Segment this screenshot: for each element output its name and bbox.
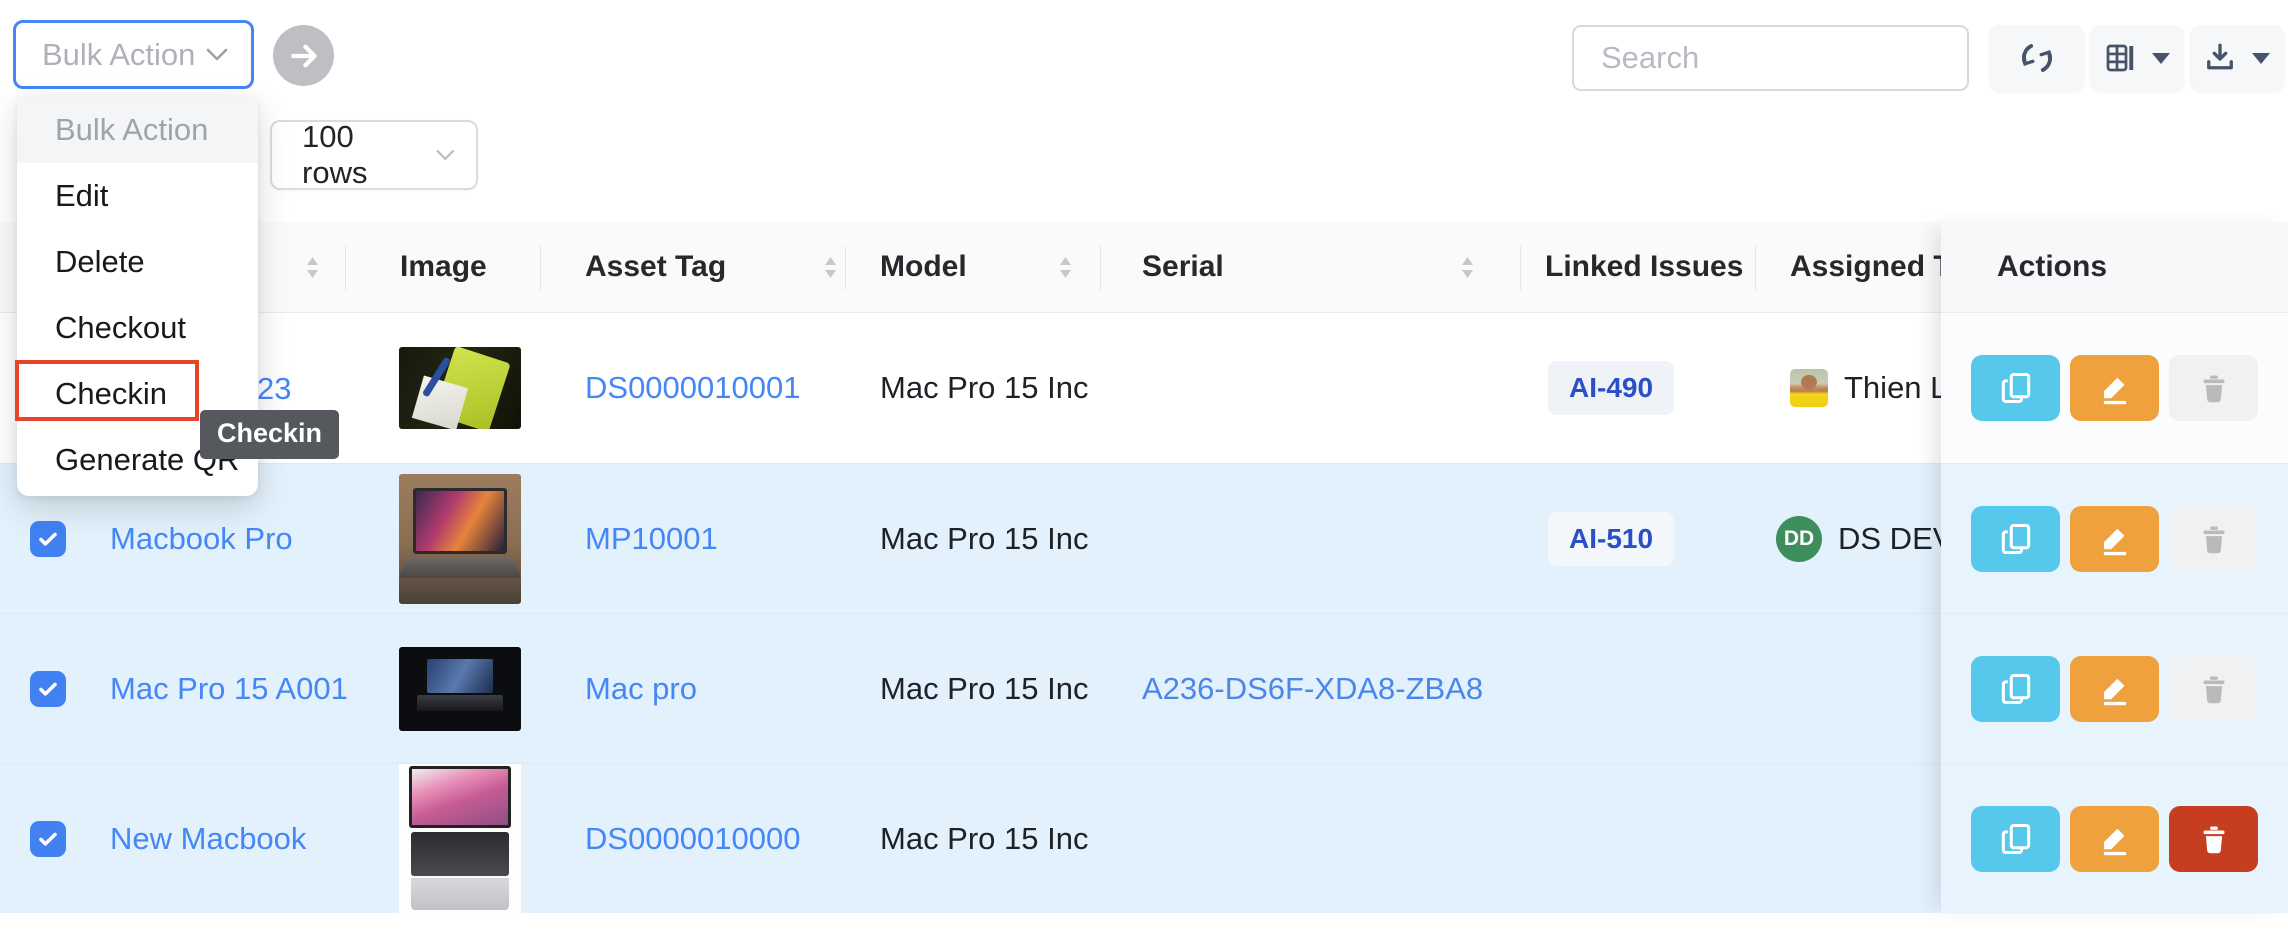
asset-tag-link[interactable]: DS0000010000 [585, 821, 800, 857]
column-header-image: Image [400, 222, 487, 312]
table-columns-icon [2102, 40, 2138, 76]
actions-column: Actions [1941, 222, 2288, 913]
asset-manager-screen: Image Asset Tag Model Serial Linked Issu… [0, 0, 2288, 942]
asset-tag-link[interactable]: Mac pro [585, 671, 697, 707]
asset-image [399, 347, 521, 429]
laptop-screen [427, 659, 493, 693]
row-checkbox[interactable] [30, 821, 66, 857]
column-header-name-sort[interactable] [303, 222, 322, 312]
column-header-label: Serial [1142, 250, 1224, 284]
laptop-keyboard [411, 832, 509, 876]
sort-icon[interactable] [821, 254, 840, 281]
table-row: Macbook Pro MP10001 Mac Pro 15 Inc AI-51… [0, 463, 1941, 613]
header-divider [540, 246, 541, 290]
linked-issue-badge[interactable]: AI-490 [1548, 361, 1674, 415]
column-header-label: Image [400, 250, 487, 284]
column-header-model[interactable]: Model [880, 222, 1075, 312]
row-checkbox[interactable] [30, 521, 66, 557]
delete-button-disabled[interactable] [2169, 355, 2258, 421]
header-divider [345, 246, 346, 290]
table-row: New Macbook DS0000010000 Mac Pro 15 Inc [0, 763, 1941, 913]
export-button[interactable] [2190, 25, 2284, 91]
duplicate-button[interactable] [1971, 806, 2060, 872]
bulk-action-select[interactable]: Bulk Action [13, 20, 254, 89]
arrow-right-icon [287, 39, 321, 73]
refresh-icon [2017, 38, 2057, 78]
model-text: Mac Pro 15 Inc [880, 521, 1088, 557]
delete-button-disabled[interactable] [2169, 656, 2258, 722]
bulk-action-select-label: Bulk Action [42, 37, 195, 73]
asset-name-link[interactable]: New Macbook [110, 821, 306, 857]
sort-icon[interactable] [1458, 254, 1477, 281]
column-header-label: Actions [1997, 250, 2107, 284]
chevron-down-icon [205, 47, 229, 62]
rows-per-page-label: 100 rows [302, 119, 419, 191]
edit-button[interactable] [2070, 656, 2159, 722]
user-avatar-initials: DD [1776, 516, 1822, 562]
chevron-down-icon [435, 148, 456, 162]
header-divider [1100, 246, 1101, 290]
asset-image [399, 647, 521, 731]
assigned-user-name: DS DEV [1838, 521, 1941, 557]
menu-item-edit[interactable]: Edit [17, 163, 258, 229]
laptop-base [399, 557, 521, 578]
asset-name-link[interactable]: 23 [257, 371, 291, 407]
row-actions [1941, 313, 2288, 463]
asset-tag-link[interactable]: MP10001 [585, 521, 718, 557]
download-icon [2202, 40, 2238, 76]
header-divider [845, 246, 846, 290]
menu-item-bulk-action: Bulk Action [17, 97, 258, 163]
serial-text: A236-DS6F-XDA8-ZBA8 [1142, 671, 1483, 707]
column-header-label: Asset Tag [585, 250, 726, 284]
menu-item-checkout[interactable]: Checkout [17, 295, 258, 361]
row-actions [1941, 463, 2288, 613]
asset-tag-link[interactable]: DS0000010001 [585, 370, 800, 406]
apply-bulk-action-button[interactable] [273, 25, 334, 86]
assigned-user-name: Thien Lu [1844, 370, 1941, 406]
row-checkbox[interactable] [30, 671, 66, 707]
menu-item-delete[interactable]: Delete [17, 229, 258, 295]
laptop-trackpad [411, 878, 509, 910]
linked-issue-badge[interactable]: AI-510 [1548, 512, 1674, 566]
laptop-screen [413, 488, 507, 554]
delete-button-disabled[interactable] [2169, 506, 2258, 572]
edit-button[interactable] [2070, 806, 2159, 872]
duplicate-button[interactable] [1971, 355, 2060, 421]
asset-image [399, 474, 521, 604]
laptop-base [417, 695, 503, 711]
asset-image [399, 763, 521, 913]
column-settings-button[interactable] [2090, 25, 2184, 91]
refresh-button[interactable] [1989, 25, 2084, 91]
delete-button[interactable] [2169, 806, 2258, 872]
header-divider [1520, 246, 1521, 290]
duplicate-button[interactable] [1971, 656, 2060, 722]
user-avatar [1790, 369, 1828, 407]
asset-name-link[interactable]: Macbook Pro [110, 521, 293, 557]
header-divider [1755, 246, 1756, 290]
asset-name-link[interactable]: Mac Pro 15 A001 [110, 671, 348, 707]
caret-down-icon [2250, 50, 2272, 66]
edit-button[interactable] [2070, 355, 2159, 421]
row-actions [1941, 763, 2288, 913]
model-text: Mac Pro 15 Inc [880, 370, 1088, 406]
column-header-actions: Actions [1941, 222, 2288, 313]
model-text: Mac Pro 15 Inc [880, 821, 1088, 857]
row-actions [1941, 613, 2288, 763]
sort-icon[interactable] [1056, 254, 1075, 281]
sort-icon[interactable] [303, 254, 322, 281]
column-header-serial[interactable]: Serial [1142, 222, 1477, 312]
model-text: Mac Pro 15 Inc [880, 671, 1088, 707]
checkin-tooltip: Checkin [200, 410, 339, 459]
table-row: Mac Pro 15 A001 Mac pro Mac Pro 15 Inc A… [0, 613, 1941, 763]
search-input[interactable] [1572, 25, 1969, 91]
column-header-linked-issues: Linked Issues [1545, 222, 1743, 312]
duplicate-button[interactable] [1971, 506, 2060, 572]
laptop-screen [409, 766, 511, 828]
column-header-label: Model [880, 250, 967, 284]
column-header-asset-tag[interactable]: Asset Tag [585, 222, 840, 312]
column-header-label: Linked Issues [1545, 250, 1743, 284]
caret-down-icon [2150, 50, 2172, 66]
edit-button[interactable] [2070, 506, 2159, 572]
rows-per-page-select[interactable]: 100 rows [270, 120, 478, 190]
